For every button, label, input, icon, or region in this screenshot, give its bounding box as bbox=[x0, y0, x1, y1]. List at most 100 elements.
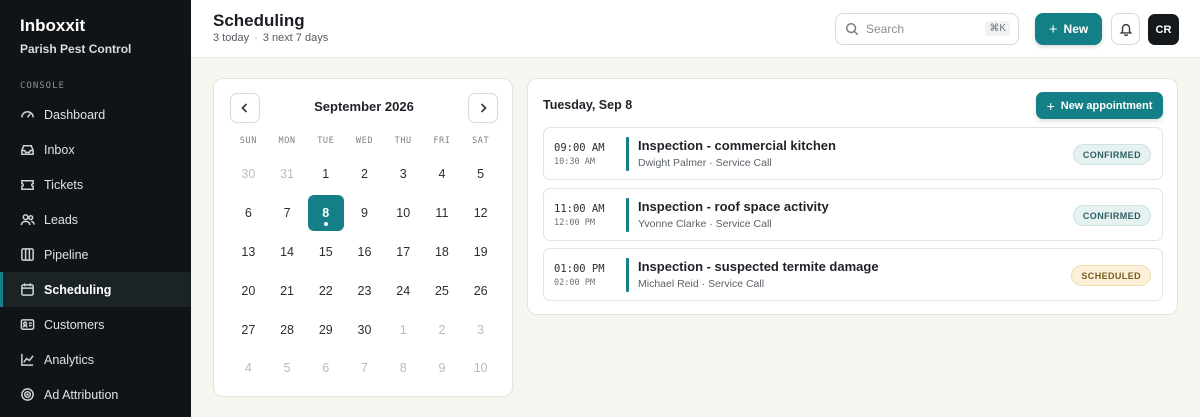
calendar-day-selected[interactable]: 8 bbox=[306, 194, 345, 233]
calendar-day[interactable]: 5 bbox=[461, 155, 500, 194]
sidebar-item-pipeline[interactable]: Pipeline bbox=[0, 237, 191, 272]
search-input[interactable]: Search ⌘K bbox=[835, 13, 1019, 45]
day-number: 15 bbox=[318, 244, 333, 259]
calendar-day[interactable]: 29 bbox=[306, 310, 345, 349]
calendar-day[interactable]: 23 bbox=[345, 271, 384, 310]
calendar-day[interactable]: 1 bbox=[384, 310, 423, 349]
sidebar-item-inbox[interactable]: Inbox bbox=[0, 132, 191, 167]
calendar-day[interactable]: 30 bbox=[345, 310, 384, 349]
calendar-day[interactable]: 3 bbox=[384, 155, 423, 194]
calendar-day[interactable]: 9 bbox=[345, 194, 384, 233]
day-number: 27 bbox=[241, 322, 256, 337]
calendar-day[interactable]: 4 bbox=[229, 349, 268, 388]
sidebar-item-tickets[interactable]: Tickets bbox=[0, 167, 191, 202]
calendar-day[interactable]: 6 bbox=[306, 349, 345, 388]
day-number: 10 bbox=[396, 206, 411, 221]
day-number: 5 bbox=[283, 361, 291, 376]
appointment-row[interactable]: 09:00 AM 10:30 AM Inspection - commercial … bbox=[543, 127, 1163, 180]
calendar-day[interactable]: 21 bbox=[268, 271, 307, 310]
calendar-day[interactable]: 25 bbox=[423, 271, 462, 310]
calendar-day[interactable]: 17 bbox=[384, 233, 423, 272]
day-number: 18 bbox=[434, 244, 449, 259]
day-number: 13 bbox=[241, 244, 256, 259]
calendar-day[interactable]: 18 bbox=[423, 233, 462, 272]
sidebar-item-analytics[interactable]: Analytics bbox=[0, 342, 191, 377]
calendar-day[interactable]: 10 bbox=[384, 194, 423, 233]
appointment-row[interactable]: 01:00 PM 02:00 PM Inspection - suspected t… bbox=[543, 248, 1163, 301]
day-number: 1 bbox=[322, 167, 330, 182]
separator-dot: · bbox=[254, 32, 258, 44]
day-number: 30 bbox=[357, 322, 372, 337]
calendar-day[interactable]: 7 bbox=[268, 194, 307, 233]
day-number: 6 bbox=[244, 206, 252, 221]
calendar-day[interactable]: 22 bbox=[306, 271, 345, 310]
day-number: 12 bbox=[473, 206, 488, 221]
notifications-button[interactable] bbox=[1111, 13, 1140, 45]
bell-icon bbox=[1118, 23, 1133, 36]
sidebar-item-label: Leads bbox=[44, 212, 79, 227]
sidebar-item-dashboard[interactable]: Dashboard bbox=[0, 97, 191, 132]
calendar-day[interactable]: 20 bbox=[229, 271, 268, 310]
sidebar-item-ad-attribution[interactable]: Ad Attribution bbox=[0, 377, 191, 412]
calendar-day[interactable]: 26 bbox=[461, 271, 500, 310]
calendar-day[interactable]: 4 bbox=[423, 155, 462, 194]
avatar[interactable]: CR bbox=[1148, 14, 1179, 45]
calendar-day[interactable]: 1 bbox=[306, 155, 345, 194]
new-appointment-button[interactable]: + New appointment bbox=[1036, 92, 1163, 119]
calendar-day[interactable]: 2 bbox=[423, 310, 462, 349]
sidebar-item-scheduling[interactable]: Scheduling bbox=[0, 272, 191, 307]
day-number: 7 bbox=[283, 206, 291, 221]
day-number: 8 bbox=[399, 361, 407, 376]
new-button[interactable]: + New bbox=[1035, 13, 1102, 45]
calendar-day[interactable]: 6 bbox=[229, 194, 268, 233]
weekday-label: TUE bbox=[317, 136, 335, 146]
appointment-row[interactable]: 11:00 AM 12:00 PM Inspection - roof space … bbox=[543, 188, 1163, 241]
day-number: 21 bbox=[280, 283, 295, 298]
day-number: 30 bbox=[241, 167, 256, 182]
calendar-day[interactable]: 15 bbox=[306, 233, 345, 272]
calendar-day[interactable]: 9 bbox=[423, 349, 462, 388]
appointment-accent-bar bbox=[626, 198, 629, 232]
calendar-grid: 30 31 1 2 3 4 5 6 7 8 9 10 11 12 13 14 15 16 17 18 19 20 21 22 2… bbox=[229, 155, 500, 388]
calendar-day[interactable]: 16 bbox=[345, 233, 384, 272]
status-badge: SCHEDULED bbox=[1071, 265, 1151, 286]
calendar-day[interactable]: 14 bbox=[268, 233, 307, 272]
calendar-day[interactable]: 2 bbox=[345, 155, 384, 194]
weekday-label: SAT bbox=[472, 136, 490, 146]
agenda-card: Tuesday, Sep 8 + New appointment 09:00 A… bbox=[527, 78, 1178, 315]
sidebar-item-label: Tickets bbox=[44, 177, 84, 192]
target-icon bbox=[19, 387, 35, 403]
appointment-accent-bar bbox=[626, 137, 629, 171]
calendar-day[interactable]: 3 bbox=[461, 310, 500, 349]
calendar-day[interactable]: 11 bbox=[423, 194, 462, 233]
sidebar-item-customers[interactable]: Customers bbox=[0, 307, 191, 342]
calendar-day[interactable]: 28 bbox=[268, 310, 307, 349]
day-number: 8 bbox=[322, 206, 330, 221]
sidebar-section-label: CONSOLE bbox=[20, 81, 65, 91]
weekday-label: THU bbox=[394, 136, 412, 146]
calendar-day[interactable]: 19 bbox=[461, 233, 500, 272]
day-number: 17 bbox=[396, 244, 411, 259]
calendar-day[interactable]: 5 bbox=[268, 349, 307, 388]
next-month-button[interactable] bbox=[468, 93, 498, 123]
calendar-day[interactable]: 8 bbox=[384, 349, 423, 388]
sidebar-item-label: Dashboard bbox=[44, 107, 106, 122]
calendar-day[interactable]: 12 bbox=[461, 194, 500, 233]
sidebar-item-leads[interactable]: Leads bbox=[0, 202, 191, 237]
day-number: 3 bbox=[399, 167, 407, 182]
dashboard-icon bbox=[19, 107, 35, 123]
page-title: Scheduling bbox=[213, 11, 305, 30]
calendar-day[interactable]: 7 bbox=[345, 349, 384, 388]
calendar-day[interactable]: 31 bbox=[268, 155, 307, 194]
day-number: 3 bbox=[477, 322, 485, 337]
day-number: 10 bbox=[473, 361, 488, 376]
calendar-day[interactable]: 27 bbox=[229, 310, 268, 349]
calendar-day[interactable]: 24 bbox=[384, 271, 423, 310]
sidebar: Inboxxit Parish Pest Control CONSOLE Das… bbox=[0, 0, 191, 417]
calendar-day[interactable]: 13 bbox=[229, 233, 268, 272]
calendar-day[interactable]: 30 bbox=[229, 155, 268, 194]
sidebar-item-label: Scheduling bbox=[44, 282, 112, 297]
calendar-day[interactable]: 10 bbox=[461, 349, 500, 388]
weekday-header: SUN MON TUE WED THU FRI SAT bbox=[229, 136, 500, 146]
appointment-start-time: 09:00 AM bbox=[554, 142, 605, 154]
